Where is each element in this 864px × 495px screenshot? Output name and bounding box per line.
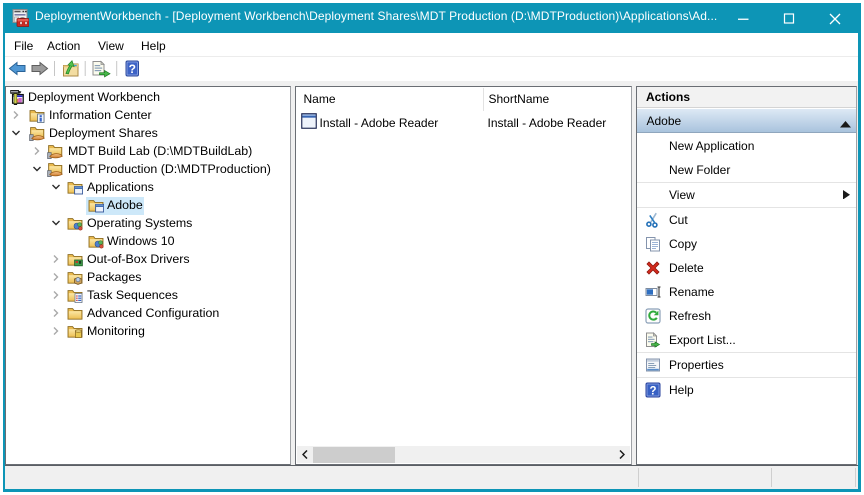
svg-text:?: ? [649,386,656,398]
svg-text:?: ? [129,62,136,76]
